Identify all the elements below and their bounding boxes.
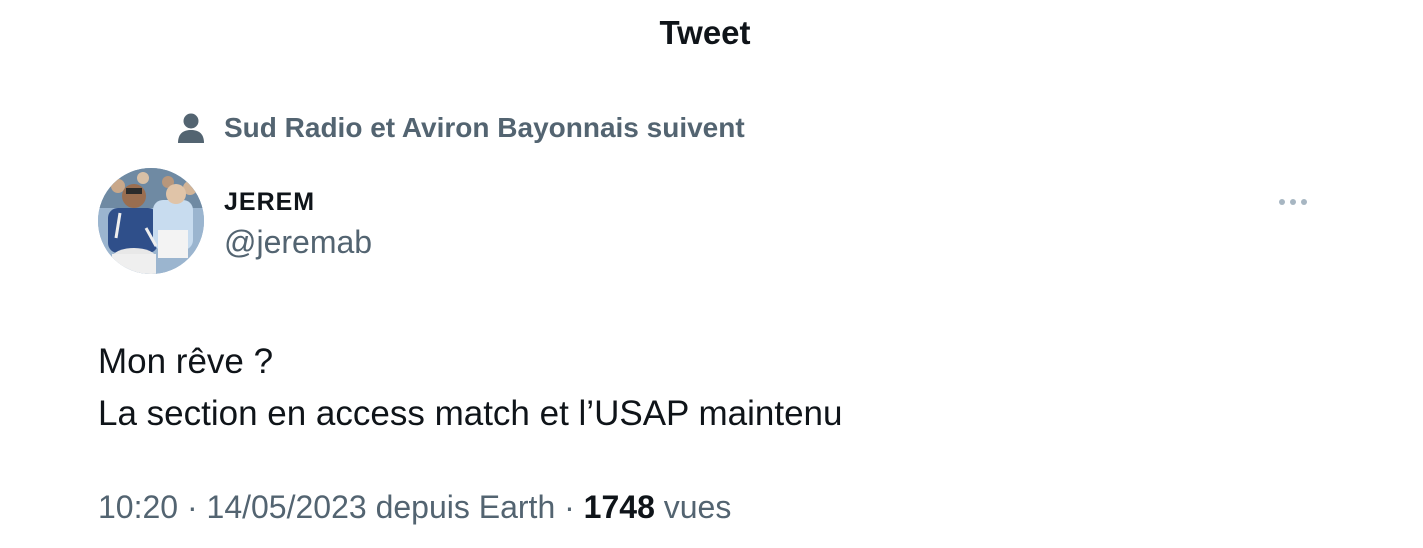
author-handle[interactable]: @jeremab	[224, 224, 372, 261]
tweet-text-line: Mon rêve ?	[98, 342, 274, 381]
views-count: 1748	[583, 489, 655, 525]
social-context[interactable]: Sud Radio et Aviron Bayonnais suivent	[176, 112, 745, 144]
tweet-timestamp[interactable]: 10:20 · 14/05/2023	[98, 489, 367, 525]
avatar[interactable]	[98, 168, 204, 274]
tweet-text: Mon rêve ? La section en access match et…	[98, 336, 842, 440]
views-label: vues	[654, 489, 732, 525]
more-options-button[interactable]	[1272, 190, 1314, 214]
more-horizontal-icon	[1278, 193, 1308, 211]
tweet-source: depuis Earth ·	[366, 489, 584, 525]
social-context-text: Sud Radio et Aviron Bayonnais suivent	[224, 112, 745, 143]
tweet-text-line: La section en access match et l’USAP mai…	[98, 394, 843, 433]
page-title: Tweet	[659, 14, 751, 51]
author-display-name[interactable]: JEREM	[224, 188, 315, 217]
person-icon	[176, 112, 206, 144]
tweet-meta: 10:20 · 14/05/2023 depuis Earth · 1748 v…	[98, 489, 731, 526]
